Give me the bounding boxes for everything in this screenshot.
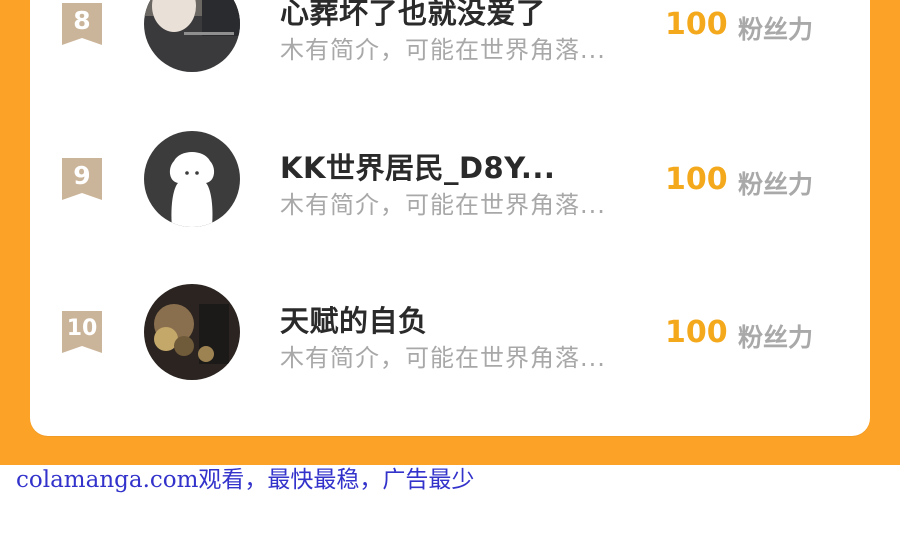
avatar[interactable] [144,0,240,72]
user-name[interactable]: 天赋的自负 [280,298,428,340]
fan-power-value: 100 [665,162,728,197]
fan-power-unit: 粉丝力 [738,15,814,44]
fan-power-value: 100 [665,315,728,350]
fan-power-value: 100 [665,7,728,42]
rank-number: 8 [73,6,91,35]
ranking-row[interactable]: 9 KK世界居民_D8Y... 木有简介，可能在世界角落... 100 粉丝力 [30,125,870,245]
ribbon-badge-icon: 10 [59,308,105,356]
user-bio: 木有简介，可能在世界角落... [280,191,606,219]
ghost-avatar-icon[interactable] [144,131,240,227]
user-name[interactable]: 心葬坏了也就没爱了 [280,0,546,32]
fan-ranking-card: 8 心葬坏了也就没爱了 木有简介，可能在世界角落... 100 粉丝力 9 KK… [30,0,870,436]
site-watermark: colamanga.com观看，最快最稳，广告最少 [16,467,475,493]
ranking-row[interactable]: 8 心葬坏了也就没爱了 木有简介，可能在世界角落... 100 粉丝力 [30,0,870,90]
rank-number: 9 [73,161,91,190]
ribbon-badge-icon: 9 [59,155,105,203]
user-bio: 木有简介，可能在世界角落... [280,36,606,64]
ranking-row[interactable]: 10 天赋的自负 木有简介，可能在世界角落... 100 粉丝力 [30,278,870,398]
user-bio: 木有简介，可能在世界角落... [280,344,606,372]
fan-power-unit: 粉丝力 [738,170,814,199]
fan-power-unit: 粉丝力 [738,323,814,352]
ribbon-badge-icon: 8 [59,0,105,48]
avatar[interactable] [144,284,240,380]
rank-number: 10 [66,316,98,341]
user-name[interactable]: KK世界居民_D8Y... [280,145,555,187]
